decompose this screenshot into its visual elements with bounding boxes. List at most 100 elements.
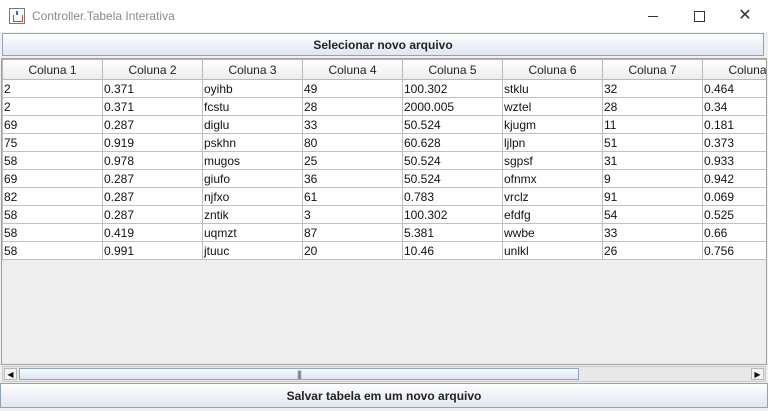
- table-cell[interactable]: uqmzt: [202, 223, 303, 242]
- table-cell[interactable]: unlkl: [502, 241, 603, 260]
- table-cell[interactable]: 58: [2, 205, 103, 224]
- table-scroll-pane[interactable]: Coluna 1 Coluna 2 Coluna 3 Coluna 4 Coluna 5…: [1, 58, 767, 365]
- column-header[interactable]: Coluna 8: [702, 59, 766, 80]
- table-cell[interactable]: fcstu: [202, 97, 303, 116]
- select-new-file-button[interactable]: Selecionar novo arquivo: [2, 33, 764, 56]
- table-cell[interactable]: 87: [302, 223, 403, 242]
- table-cell[interactable]: ofnmx: [502, 169, 603, 188]
- column-header[interactable]: Coluna 1: [2, 59, 103, 80]
- column-header[interactable]: Coluna 5: [402, 59, 503, 80]
- table-cell[interactable]: 0.66: [702, 223, 766, 242]
- table-cell[interactable]: 0.34: [702, 97, 766, 116]
- scrollbar-thumb[interactable]: |||: [19, 368, 579, 380]
- table-row[interactable]: 58 0.991 jtuuc 20 10.46 unlkl 26 0.756: [2, 241, 766, 260]
- table-cell[interactable]: pskhn: [202, 133, 303, 152]
- table-cell[interactable]: jtuuc: [202, 241, 303, 260]
- minimize-button[interactable]: [630, 0, 676, 32]
- table-cell[interactable]: 0.287: [102, 115, 203, 134]
- table-cell[interactable]: mugos: [202, 151, 303, 170]
- table-cell[interactable]: 0.464: [702, 79, 766, 98]
- table-cell[interactable]: 54: [602, 205, 703, 224]
- table-cell[interactable]: 2: [2, 79, 103, 98]
- table-cell[interactable]: 0.181: [702, 115, 766, 134]
- table-cell[interactable]: 11: [602, 115, 703, 134]
- table-cell[interactable]: 50.524: [402, 115, 503, 134]
- table-cell[interactable]: wwbe: [502, 223, 603, 242]
- table-row[interactable]: 2 0.371 fcstu 28 2000.005 wztel 28 0.34: [2, 97, 766, 116]
- table-cell[interactable]: 69: [2, 169, 103, 188]
- table-cell[interactable]: 0.371: [102, 97, 203, 116]
- table-cell[interactable]: 36: [302, 169, 403, 188]
- table-cell[interactable]: sgpsf: [502, 151, 603, 170]
- table-cell[interactable]: 31: [602, 151, 703, 170]
- table-cell[interactable]: 58: [2, 151, 103, 170]
- close-button[interactable]: ✕: [722, 0, 768, 32]
- column-header[interactable]: Coluna 6: [502, 59, 603, 80]
- column-header[interactable]: Coluna 3: [202, 59, 303, 80]
- data-table[interactable]: Coluna 1 Coluna 2 Coluna 3 Coluna 4 Coluna 5…: [2, 59, 766, 260]
- table-cell[interactable]: 0.919: [102, 133, 203, 152]
- table-cell[interactable]: 100.302: [402, 79, 503, 98]
- table-cell[interactable]: 0.525: [702, 205, 766, 224]
- table-cell[interactable]: 0.287: [102, 187, 203, 206]
- table-cell[interactable]: 0.373: [702, 133, 766, 152]
- table-cell[interactable]: wztel: [502, 97, 603, 116]
- table-cell[interactable]: 0.371: [102, 79, 203, 98]
- table-cell[interactable]: 28: [602, 97, 703, 116]
- table-cell[interactable]: 0.069: [702, 187, 766, 206]
- scroll-left-button[interactable]: ◀: [4, 368, 17, 380]
- column-header[interactable]: Coluna 7: [602, 59, 703, 80]
- table-cell[interactable]: 5.381: [402, 223, 503, 242]
- table-row[interactable]: 82 0.287 njfxo 61 0.783 vrclz 91 0.069: [2, 187, 766, 206]
- table-cell[interactable]: 26: [602, 241, 703, 260]
- table-row[interactable]: 69 0.287 diglu 33 50.524 kjugm 11 0.181: [2, 115, 766, 134]
- table-cell[interactable]: 58: [2, 241, 103, 260]
- table-cell[interactable]: stklu: [502, 79, 603, 98]
- save-table-button[interactable]: Salvar tabela em um novo arquivo: [0, 383, 768, 408]
- table-cell[interactable]: diglu: [202, 115, 303, 134]
- table-cell[interactable]: 10.46: [402, 241, 503, 260]
- table-cell[interactable]: 0.978: [102, 151, 203, 170]
- table-row[interactable]: 69 0.287 giufo 36 50.524 ofnmx 9 0.942: [2, 169, 766, 188]
- scroll-right-button[interactable]: ▶: [751, 368, 764, 380]
- table-cell[interactable]: 3: [302, 205, 403, 224]
- maximize-button[interactable]: [676, 0, 722, 32]
- table-cell[interactable]: 33: [602, 223, 703, 242]
- table-cell[interactable]: 91: [602, 187, 703, 206]
- table-cell[interactable]: ljlpn: [502, 133, 603, 152]
- table-cell[interactable]: 0.783: [402, 187, 503, 206]
- table-row[interactable]: 58 0.978 mugos 25 50.524 sgpsf 31 0.933: [2, 151, 766, 170]
- table-cell[interactable]: efdfg: [502, 205, 603, 224]
- table-cell[interactable]: 0.933: [702, 151, 766, 170]
- column-header[interactable]: Coluna 4: [302, 59, 403, 80]
- table-cell[interactable]: 0.942: [702, 169, 766, 188]
- table-cell[interactable]: 0.991: [102, 241, 203, 260]
- table-cell[interactable]: oyihb: [202, 79, 303, 98]
- table-cell[interactable]: 9: [602, 169, 703, 188]
- table-cell[interactable]: kjugm: [502, 115, 603, 134]
- table-cell[interactable]: 0.287: [102, 205, 203, 224]
- table-cell[interactable]: 50.524: [402, 169, 503, 188]
- table-cell[interactable]: 60.628: [402, 133, 503, 152]
- table-cell[interactable]: 51: [602, 133, 703, 152]
- table-row[interactable]: 2 0.371 oyihb 49 100.302 stklu 32 0.464: [2, 79, 766, 98]
- table-cell[interactable]: 28: [302, 97, 403, 116]
- table-cell[interactable]: 2000.005: [402, 97, 503, 116]
- horizontal-scrollbar[interactable]: ◀ ||| ▶: [2, 366, 766, 382]
- table-cell[interactable]: 0.756: [702, 241, 766, 260]
- table-cell[interactable]: zntik: [202, 205, 303, 224]
- column-header[interactable]: Coluna 2: [102, 59, 203, 80]
- table-cell[interactable]: 75: [2, 133, 103, 152]
- table-cell[interactable]: 20: [302, 241, 403, 260]
- table-cell[interactable]: 0.287: [102, 169, 203, 188]
- table-cell[interactable]: njfxo: [202, 187, 303, 206]
- table-cell[interactable]: 33: [302, 115, 403, 134]
- table-cell[interactable]: giufo: [202, 169, 303, 188]
- table-row[interactable]: 75 0.919 pskhn 80 60.628 ljlpn 51 0.373: [2, 133, 766, 152]
- table-cell[interactable]: 80: [302, 133, 403, 152]
- table-row[interactable]: 58 0.419 uqmzt 87 5.381 wwbe 33 0.66: [2, 223, 766, 242]
- table-cell[interactable]: 25: [302, 151, 403, 170]
- table-cell[interactable]: 49: [302, 79, 403, 98]
- table-cell[interactable]: 61: [302, 187, 403, 206]
- table-cell[interactable]: 32: [602, 79, 703, 98]
